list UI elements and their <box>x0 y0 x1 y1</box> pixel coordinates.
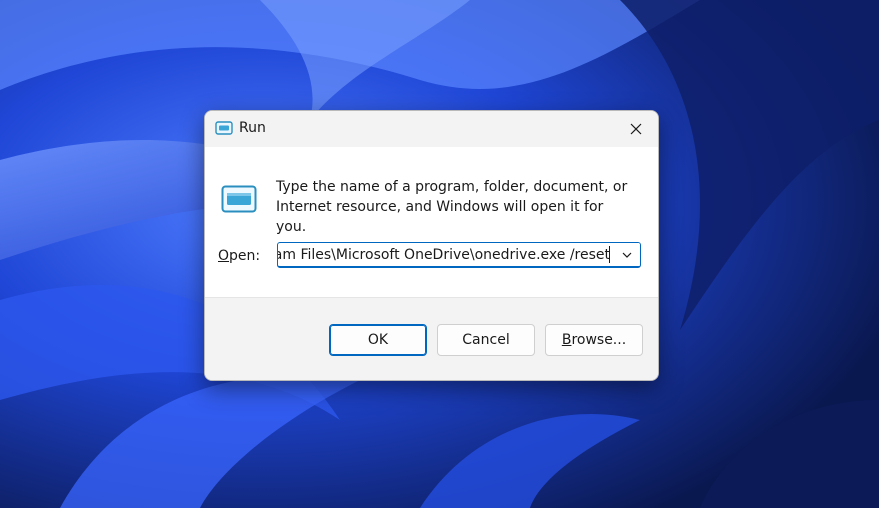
open-label-accesskey: O <box>218 248 230 264</box>
title-bar[interactable]: Run <box>205 111 658 147</box>
dialog-footer: OK Cancel Browse... <box>205 297 658 380</box>
dialog-body: Type the name of a program, folder, docu… <box>205 147 658 297</box>
cancel-button[interactable]: Cancel <box>437 324 535 356</box>
open-combobox[interactable]: ram Files\Microsoft OneDrive\onedrive.ex… <box>277 242 641 268</box>
description-line: Type the name of a program, folder, docu… <box>276 179 628 195</box>
open-label: Open: <box>218 248 260 264</box>
description-line: Internet resource, and Windows will open… <box>276 199 604 235</box>
browse-accesskey: B <box>561 332 572 348</box>
run-dialog: Run Type the name of a program, folder, … <box>204 110 659 381</box>
chevron-down-icon <box>622 252 632 258</box>
browse-label: rowse... <box>571 332 627 348</box>
open-input[interactable]: ram Files\Microsoft OneDrive\onedrive.ex… <box>278 247 610 263</box>
open-dropdown-button[interactable] <box>614 243 640 266</box>
browse-button[interactable]: Browse... <box>545 324 643 356</box>
run-icon <box>215 121 233 135</box>
close-icon <box>630 123 642 135</box>
dialog-title: Run <box>239 120 266 136</box>
ok-button[interactable]: OK <box>329 324 427 356</box>
text-caret <box>609 246 610 263</box>
open-label-text: pen: <box>229 248 261 264</box>
close-button[interactable] <box>614 111 658 147</box>
dialog-description: Type the name of a program, folder, docu… <box>276 177 636 237</box>
run-icon <box>221 185 257 213</box>
